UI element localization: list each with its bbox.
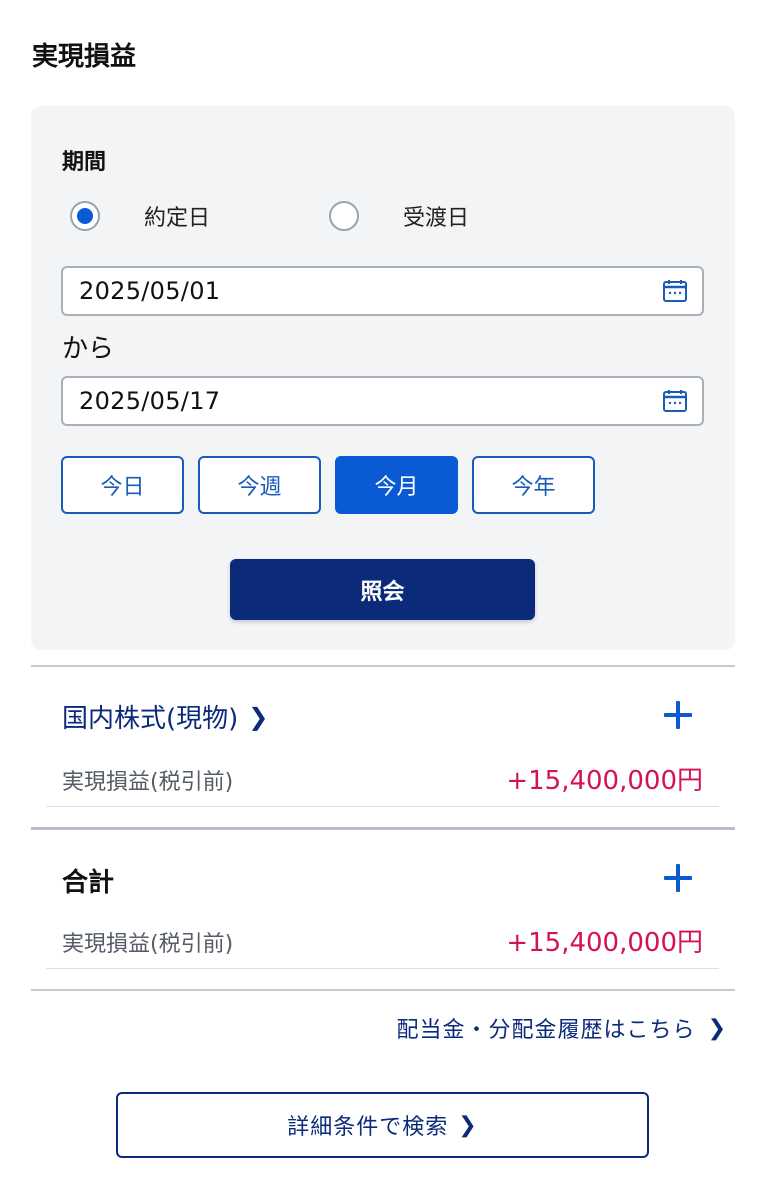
section-title-domestic-stock: 国内株式(現物) [62, 704, 239, 734]
realized-pnl-page: 実現損益 期間 約定日 受渡日 2025/05/01 から 2025/05/17 [0, 0, 765, 1200]
realized-pnl-label: 実現損益(税引前) [62, 770, 234, 795]
expand-plus-icon[interactable] [664, 864, 692, 892]
radio-dot [77, 208, 93, 224]
row-divider [46, 806, 719, 807]
divider [31, 989, 735, 991]
quick-this-month-button[interactable]: 今月 [335, 456, 458, 514]
search-button[interactable]: 照会 [230, 559, 535, 620]
filter-panel: 期間 約定日 受渡日 2025/05/01 から 2025/05/17 今日 今… [31, 106, 735, 650]
calendar-icon[interactable] [662, 388, 688, 414]
advanced-search-button[interactable]: 詳細条件で検索 ❯ [116, 1092, 649, 1158]
advanced-search-label: 詳細条件で検索 [287, 1115, 449, 1140]
from-suffix-label: から [62, 334, 115, 364]
dividend-history-link[interactable]: 配当金・分配金履歴はこちら ❯ [397, 1012, 727, 1044]
total-section-title: 合計 [62, 868, 115, 898]
quick-this-week-button[interactable]: 今週 [198, 456, 321, 514]
calendar-icon[interactable] [662, 278, 688, 304]
domestic-stock-link[interactable]: 国内株式(現物) ❯ [62, 698, 268, 735]
chevron-right-icon: ❯ [248, 702, 269, 731]
row-divider [46, 968, 719, 969]
date-to-input[interactable]: 2025/05/17 [61, 376, 704, 426]
radio-settlement-date[interactable]: 受渡日 [329, 200, 469, 232]
expand-plus-icon[interactable] [664, 701, 692, 729]
radio-button-unchecked[interactable] [329, 201, 359, 231]
dividend-history-label: 配当金・分配金履歴はこちら [396, 1018, 696, 1043]
chevron-right-icon: ❯ [707, 1015, 727, 1041]
radio-label-settlement-date: 受渡日 [403, 206, 470, 231]
total-realized-pnl-value: +15,400,000円 [506, 928, 703, 958]
date-to-value: 2025/05/17 [79, 387, 221, 415]
quick-this-year-button[interactable]: 今年 [472, 456, 595, 514]
chevron-right-icon: ❯ [458, 1112, 478, 1138]
section-divider [31, 827, 735, 830]
realized-pnl-value: +15,400,000円 [506, 766, 703, 796]
radio-button-checked[interactable] [70, 201, 100, 231]
radio-trade-date[interactable]: 約定日 [70, 200, 210, 232]
divider [31, 665, 735, 667]
page-title: 実現損益 [32, 42, 137, 72]
radio-label-trade-date: 約定日 [144, 206, 211, 231]
total-realized-pnl-label: 実現損益(税引前) [62, 932, 234, 957]
date-from-value: 2025/05/01 [79, 277, 221, 305]
date-from-input[interactable]: 2025/05/01 [61, 266, 704, 316]
quick-today-button[interactable]: 今日 [61, 456, 184, 514]
period-label: 期間 [62, 150, 107, 175]
